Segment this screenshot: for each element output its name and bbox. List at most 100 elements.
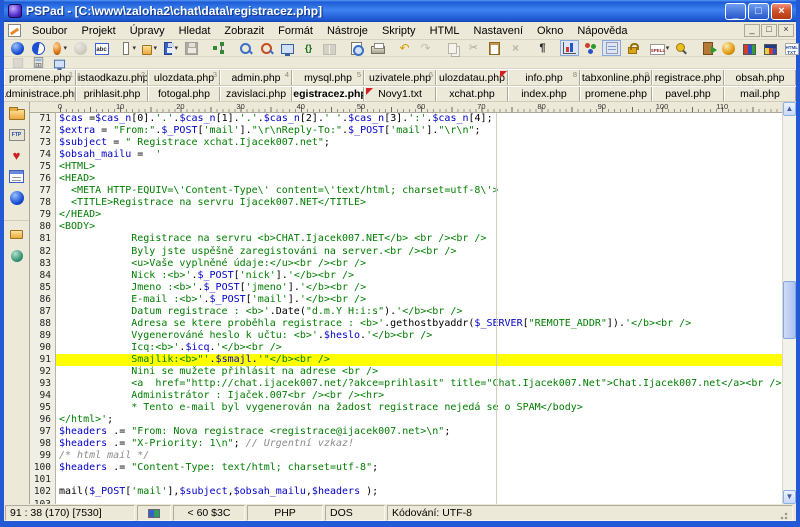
- print-preview-button[interactable]: [347, 40, 366, 56]
- new-file-dropdown-icon[interactable]: ▾: [132, 44, 136, 52]
- menu-okno[interactable]: Okno: [530, 23, 570, 39]
- sphere-orange-dropdown-icon[interactable]: ▾: [63, 44, 67, 52]
- maximize-button[interactable]: □: [748, 3, 769, 20]
- new-file-button[interactable]: ▾: [119, 40, 138, 56]
- menu-nastaveni[interactable]: Nastavení: [467, 23, 531, 39]
- paste-button[interactable]: [485, 40, 504, 56]
- code-line-101[interactable]: 101: [30, 474, 782, 486]
- panel-ftp-button[interactable]: FTP: [7, 126, 27, 143]
- code-line-83[interactable]: 83 <u>Vaše vyplněné údaje:</u><br /><br …: [30, 258, 782, 270]
- scrollbar-track[interactable]: [783, 116, 796, 490]
- spell-check-button[interactable]: SPELL▾: [650, 40, 669, 56]
- mdi-close-button[interactable]: ×: [778, 24, 794, 37]
- menu-napoveda[interactable]: Nápověda: [570, 23, 634, 39]
- print-button[interactable]: [368, 40, 387, 56]
- tab-admin-php[interactable]: admin.php4: [220, 70, 292, 85]
- panel-folder-button[interactable]: [7, 105, 27, 122]
- code-line-92[interactable]: 92 Nini se mužete přihlásit na adrese <b…: [30, 366, 782, 378]
- line-number-77[interactable]: 77: [30, 185, 56, 197]
- spell-check-dropdown-icon[interactable]: ▾: [666, 44, 670, 52]
- pin-button[interactable]: [671, 40, 690, 56]
- line-number-86[interactable]: 86: [30, 294, 56, 306]
- code-line-102[interactable]: 102mail($_POST['mail'],$subject,$obsah_m…: [30, 486, 782, 498]
- tab-ulozdata-php[interactable]: ulozdata.php3: [148, 70, 220, 85]
- code-line-71[interactable]: 71$cas =$cas_n[0].'.'.$cas_n[1].'.'.$cas…: [30, 113, 782, 125]
- code-line-103[interactable]: 103: [30, 499, 782, 505]
- panel-tab-folder-button[interactable]: [7, 226, 27, 243]
- close-button[interactable]: ×: [771, 3, 792, 20]
- sphere-amber-button[interactable]: [719, 40, 738, 56]
- line-number-94[interactable]: 94: [30, 390, 56, 402]
- code-line-82[interactable]: 82 Byly jste uspěšně zaregistováni na se…: [30, 246, 782, 258]
- menu-format[interactable]: Formát: [271, 23, 320, 39]
- line-number-75[interactable]: 75: [30, 161, 56, 173]
- tab-administrace-php[interactable]: administrace.php: [4, 87, 76, 101]
- line-number-72[interactable]: 72: [30, 125, 56, 137]
- line-number-95[interactable]: 95: [30, 402, 56, 414]
- menu-html[interactable]: HTML: [423, 23, 467, 39]
- line-number-99[interactable]: 99: [30, 450, 56, 462]
- open-folder-button[interactable]: ▾: [140, 40, 159, 56]
- code-line-72[interactable]: 72$extra = "From:".$_POST['mail']."\r\nR…: [30, 125, 782, 137]
- open-folder-dropdown-icon[interactable]: ▾: [153, 44, 157, 52]
- tab-prihlasit-php[interactable]: prihlasit.php: [76, 87, 148, 101]
- tab-registracez-php[interactable]: registracez.php: [292, 87, 364, 101]
- tab-uzivatele-php[interactable]: uzivatele.php6: [364, 70, 436, 85]
- code-line-93[interactable]: 93 <a href="http://chat.ijacek007.net/?a…: [30, 378, 782, 390]
- code-line-99[interactable]: 99/* html mail */: [30, 450, 782, 462]
- tab-ulozdatau-php[interactable]: ulozdatau.php7: [436, 70, 508, 85]
- copy-button[interactable]: [443, 40, 462, 56]
- code-line-81[interactable]: 81 Registrace na servru <b>CHAT.Ijacek00…: [30, 233, 782, 245]
- menu-upravy[interactable]: Úpravy: [123, 23, 172, 39]
- code-line-88[interactable]: 88 Adresa se ktere proběhla registrace :…: [30, 318, 782, 330]
- line-number-91[interactable]: 91: [30, 354, 56, 366]
- title-bar[interactable]: PSPad - [C:\www\zaloha2\chat\data\regist…: [4, 0, 796, 22]
- panel-sphere-button[interactable]: [7, 189, 27, 206]
- line-number-98[interactable]: 98: [30, 438, 56, 450]
- line-number-85[interactable]: 85: [30, 282, 56, 294]
- mdi-restore-button[interactable]: □: [761, 24, 777, 37]
- code-line-95[interactable]: 95 * Tento e-mail byl vygenerován na žad…: [30, 402, 782, 414]
- color-table-1-button[interactable]: [740, 40, 759, 56]
- line-number-82[interactable]: 82: [30, 246, 56, 258]
- mdi-minimize-button[interactable]: _: [744, 24, 760, 37]
- line-number-80[interactable]: 80: [30, 221, 56, 233]
- save-file-button[interactable]: ▾: [161, 40, 180, 56]
- panel-favorites-button[interactable]: ♥: [7, 147, 27, 164]
- line-number-83[interactable]: 83: [30, 258, 56, 270]
- pilcrow-button[interactable]: ¶: [533, 40, 552, 56]
- tab-index-php[interactable]: index.php: [508, 87, 580, 101]
- delete-button[interactable]: ×: [506, 40, 525, 56]
- code-line-84[interactable]: 84 Nick :<b>'.$_POST['nick'].'</b><br />: [30, 270, 782, 282]
- code-line-80[interactable]: 80<BODY>: [30, 221, 782, 233]
- redo-button[interactable]: ↷: [416, 40, 435, 56]
- chart-button[interactable]: [560, 40, 579, 56]
- abc-box-button[interactable]: abc: [92, 40, 111, 56]
- tab-pavel-php[interactable]: pavel.php: [652, 87, 724, 101]
- tab-zavislaci-php[interactable]: zavislaci.php: [220, 87, 292, 101]
- line-number-88[interactable]: 88: [30, 318, 56, 330]
- tab-tabxonline-php[interactable]: tabxonline.php9: [580, 70, 652, 85]
- panel-tab-globe-button[interactable]: [7, 247, 27, 264]
- code-line-89[interactable]: 89 Vygenerováné heslo k učtu: <b>'.$hesl…: [30, 330, 782, 342]
- menu-soubor[interactable]: Soubor: [25, 23, 74, 39]
- code-line-87[interactable]: 87 Datum registrace : <b>'.Date("d.m.Y H…: [30, 306, 782, 318]
- line-number-97[interactable]: 97: [30, 426, 56, 438]
- scroll-up-arrow-icon[interactable]: ▲: [783, 102, 796, 116]
- code-braces-button[interactable]: {}: [299, 40, 318, 56]
- code-line-85[interactable]: 85 Jmeno :<b>'.$_POST['jmeno'].'</b><br …: [30, 282, 782, 294]
- line-numbers-button[interactable]: [602, 40, 621, 56]
- line-number-92[interactable]: 92: [30, 366, 56, 378]
- cut-button[interactable]: ✂: [464, 40, 483, 56]
- line-number-73[interactable]: 73: [30, 137, 56, 149]
- line-number-71[interactable]: 71: [30, 113, 56, 125]
- line-number-74[interactable]: 74: [30, 149, 56, 161]
- find-replace-button[interactable]: [257, 40, 276, 56]
- tab-obsah-php[interactable]: obsah.php: [724, 70, 796, 85]
- search-button[interactable]: [236, 40, 255, 56]
- lock-button[interactable]: [623, 40, 642, 56]
- line-number-101[interactable]: 101: [30, 474, 56, 486]
- tab-registrace-php[interactable]: registrace.php: [652, 70, 724, 85]
- line-number-96[interactable]: 96: [30, 414, 56, 426]
- html-to-txt-button[interactable]: HTML TXT: [782, 40, 800, 56]
